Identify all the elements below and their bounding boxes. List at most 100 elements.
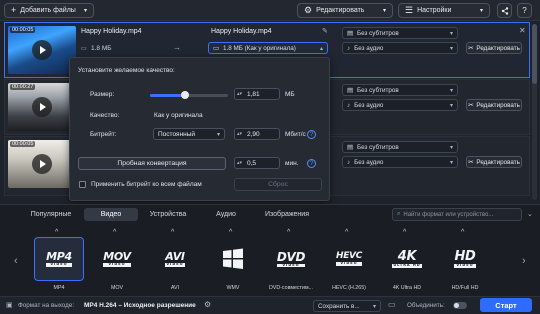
- audio-dropdown[interactable]: ♪ Без аудио ▾: [342, 42, 458, 54]
- collapse-icon[interactable]: ⌄: [527, 210, 533, 218]
- bitrate-mode-dropdown[interactable]: Постоянный ▾: [153, 128, 225, 140]
- video-thumbnail[interactable]: 00:00:05: [8, 140, 76, 188]
- size-slider-knob[interactable]: [181, 91, 190, 99]
- chevron-up-icon: ^: [403, 229, 407, 236]
- share-button[interactable]: [497, 3, 512, 18]
- size-unit: МБ: [285, 91, 295, 98]
- add-files-button[interactable]: + Добавить файлы ▾: [4, 3, 94, 18]
- tab-label: Изображения: [265, 211, 309, 218]
- chevron-up-icon: ▴: [319, 45, 323, 52]
- output-size-dropdown[interactable]: ▭ 1.8 МБ (Как у оригинала) ▴: [208, 42, 328, 54]
- reset-button[interactable]: Сброс: [234, 178, 322, 191]
- subtitles-dropdown[interactable]: ▤ Без субтитров ▾: [342, 141, 458, 153]
- stepper-arrows-icon[interactable]: ▴▾: [237, 131, 242, 137]
- trial-duration-stepper[interactable]: ▴▾ 0,5: [234, 157, 280, 169]
- format-dvd[interactable]: ^ DVD VIDEO DVD-совместим...: [266, 229, 316, 291]
- chevron-down-icon: ▾: [479, 7, 483, 14]
- start-button[interactable]: Старт: [480, 298, 532, 312]
- close-icon[interactable]: ✕: [519, 26, 526, 35]
- format-avi[interactable]: ^ AVI VIDEO AVI: [150, 229, 200, 291]
- gear-icon[interactable]: ⚙: [204, 300, 211, 309]
- file-list-scrollbar[interactable]: [532, 24, 537, 200]
- audio-dropdown[interactable]: ♪ Без аудио ▾: [342, 99, 458, 111]
- audio-label: Без аудио: [354, 101, 384, 109]
- format-card[interactable]: 4K ULTRA HD: [382, 237, 432, 281]
- format-mp4[interactable]: ^ MP4 VIDEO MP4: [34, 229, 84, 291]
- chevron-down-icon: ▾: [216, 131, 220, 138]
- save-location-dropdown[interactable]: Сохранить в... ▾: [313, 300, 381, 312]
- bitrate-stepper[interactable]: ▴▾ 2,90: [234, 128, 280, 140]
- sliders-icon: ⚙: [304, 5, 313, 15]
- search-placeholder: Найти формат или устройство...: [403, 211, 494, 218]
- video-thumbnail[interactable]: 00:00:05: [8, 26, 76, 74]
- trial-help-icon[interactable]: ?: [307, 159, 316, 168]
- edit-file-label: Редактировать: [476, 158, 520, 166]
- size-slider[interactable]: [150, 91, 228, 99]
- format-search-input[interactable]: ⌕ Найти формат или устройство...: [392, 208, 522, 221]
- folder-icon[interactable]: ▭: [388, 300, 396, 309]
- edit-file-button[interactable]: ✂ Редактировать: [466, 42, 522, 54]
- format-wmv[interactable]: ^ WMV: [208, 229, 258, 291]
- windows-logo-icon: [223, 248, 243, 269]
- help-button[interactable]: ?: [517, 3, 532, 18]
- format-card[interactable]: HD VIDEO: [440, 237, 490, 281]
- play-icon[interactable]: [32, 40, 52, 60]
- chevron-up-icon: ^: [461, 229, 465, 236]
- subtitles-icon: ▤: [347, 86, 353, 94]
- duration-label: 00:00:05: [10, 27, 36, 33]
- source-filesize: 1.8 МБ: [91, 45, 112, 52]
- tab-label: Аудио: [216, 211, 236, 218]
- pencil-icon[interactable]: ✎: [322, 27, 328, 35]
- stepper-arrows-icon[interactable]: ▴▾: [237, 160, 242, 166]
- tab-video[interactable]: Видео: [84, 208, 138, 221]
- stepper-arrows-icon[interactable]: ▴▾: [237, 91, 242, 97]
- trial-duration-unit: мин.: [285, 160, 299, 167]
- settings-button[interactable]: ☰ Настройки ▾: [398, 3, 490, 18]
- tab-audio[interactable]: Аудио: [200, 208, 252, 221]
- chevron-down-icon: ▾: [449, 87, 453, 94]
- format-card[interactable]: HEVC VIDEO: [324, 237, 374, 281]
- edit-file-button[interactable]: ✂ Редактировать: [466, 156, 522, 168]
- format-4k[interactable]: ^ 4K ULTRA HD 4K Ultra HD: [382, 229, 432, 291]
- format-card[interactable]: AVI VIDEO: [150, 237, 200, 281]
- format-card[interactable]: MP4 VIDEO: [34, 237, 84, 281]
- format-name: HEVC (H.265): [332, 285, 366, 291]
- chevron-up-icon: ^: [113, 229, 117, 236]
- subtitles-dropdown[interactable]: ▤ Без субтитров ▾: [342, 84, 458, 96]
- bitrate-help-icon[interactable]: ?: [307, 130, 316, 139]
- scroll-left-icon[interactable]: ‹: [14, 255, 18, 267]
- tab-popular[interactable]: Популярные: [22, 208, 80, 221]
- edit-file-button[interactable]: ✂ Редактировать: [466, 99, 522, 111]
- scroll-right-icon[interactable]: ›: [522, 255, 526, 267]
- hevc-logo: HEVC VIDEO: [335, 251, 363, 266]
- format-card[interactable]: DVD VIDEO: [266, 237, 316, 281]
- chevron-down-icon: ▾: [372, 303, 376, 310]
- play-icon[interactable]: [32, 97, 52, 117]
- subtitles-dropdown[interactable]: ▤ Без субтитров ▾: [342, 27, 458, 39]
- dvd-logo: DVD VIDEO: [276, 249, 306, 268]
- tab-label: Популярные: [30, 211, 72, 218]
- apply-all-checkbox[interactable]: [79, 181, 86, 188]
- edit-toolbar-button[interactable]: ⚙ Редактировать ▾: [297, 3, 393, 18]
- format-hd[interactable]: ^ HD VIDEO HD/Full HD: [440, 229, 490, 291]
- video-thumbnail[interactable]: 00:00:27: [8, 83, 76, 131]
- popup-heading: Установите желаемое качество:: [78, 67, 175, 74]
- tab-label: Устройства: [149, 211, 187, 218]
- merge-toggle[interactable]: [453, 302, 467, 309]
- format-card[interactable]: [208, 237, 258, 281]
- play-icon[interactable]: [32, 154, 52, 174]
- format-card[interactable]: MOV VIDEO: [92, 237, 142, 281]
- trial-conversion-button[interactable]: Пробная конвертация: [78, 157, 226, 170]
- scrollbar-thumb[interactable]: [532, 24, 537, 84]
- tab-devices[interactable]: Устройства: [140, 208, 196, 221]
- format-hevc[interactable]: ^ HEVC VIDEO HEVC (H.265): [324, 229, 374, 291]
- add-files-label: Добавить файлы: [20, 7, 76, 14]
- output-format-label: Формат на выходе:: [18, 302, 75, 309]
- size-stepper[interactable]: ▴▾ 1,81: [234, 88, 280, 100]
- bitrate-mode-label: Постоянный: [158, 130, 196, 138]
- output-size-label: 1.8 МБ (Как у оригинала): [222, 44, 296, 52]
- format-mov[interactable]: ^ MOV VIDEO MOV: [92, 229, 142, 291]
- audio-dropdown[interactable]: ♪ Без аудио ▾: [342, 156, 458, 168]
- output-format-value[interactable]: MP4 H.264 – Исходное разрешение: [84, 302, 196, 309]
- tab-images[interactable]: Изображения: [256, 208, 318, 221]
